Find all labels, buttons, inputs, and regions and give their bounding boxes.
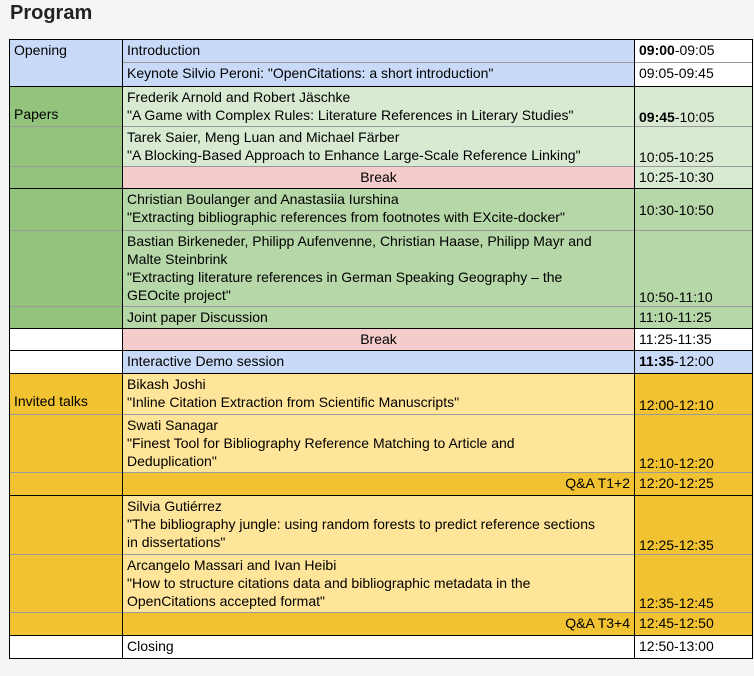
talk-entry: Bikash Joshi "Inline Citation Extraction… — [122, 373, 635, 415]
section-cell — [9, 472, 123, 496]
table-row: Break 11:25-11:35 — [9, 328, 753, 351]
table-row: Joint paper Discussion 11:10-11:25 — [9, 306, 753, 329]
table-row: Q&A T1+2 12:20-12:25 — [9, 472, 753, 496]
talk-title: in dissertations" — [127, 534, 226, 550]
section-cell — [9, 306, 123, 329]
table-row: Papers Frederik Arnold and Robert Jäschk… — [9, 86, 753, 127]
section-cell — [9, 166, 123, 189]
time-slot: 12:50-13:00 — [634, 635, 753, 659]
paper-title: "Extracting bibliographic references fro… — [127, 209, 565, 225]
section-label-papers: Papers — [14, 106, 59, 122]
paper-entry: Tarek Saier, Meng Luan and Michael Färbe… — [122, 126, 635, 167]
qa-label: Q&A T3+4 — [122, 612, 635, 636]
time-slot: 12:20-12:25 — [634, 472, 753, 496]
paper-entry: Frederik Arnold and Robert Jäschke "A Ga… — [122, 86, 635, 127]
table-row: Break 10:25-10:30 — [9, 166, 753, 189]
table-row: Q&A T3+4 12:45-12:50 — [9, 612, 753, 636]
qa-label: Q&A T1+2 — [122, 472, 635, 496]
time-slot: 11:35-12:00 — [634, 350, 753, 374]
time-slot: 11:25-11:35 — [634, 328, 753, 351]
time-slot: 10:05-10:25 — [634, 126, 753, 167]
talk-speaker: Arcangelo Massari and Ivan Heibi — [127, 557, 337, 573]
program-table: Opening Introduction 09:00-09:05 Keynote… — [9, 39, 753, 659]
section-cell — [9, 554, 123, 613]
talk-title: "How to structure citations data and bib… — [127, 575, 531, 591]
paper-title: GEOcite project" — [127, 287, 231, 303]
session-title: Introduction — [122, 39, 635, 63]
paper-authors: Malte Steinbrink — [127, 251, 228, 267]
paper-authors: Tarek Saier, Meng Luan and Michael Färbe… — [127, 129, 400, 145]
section-cell — [9, 350, 123, 374]
session-title: Interactive Demo session — [122, 350, 635, 374]
table-row: Interactive Demo session 11:35-12:00 — [9, 350, 753, 374]
table-row: Tarek Saier, Meng Luan and Michael Färbe… — [9, 126, 753, 167]
table-row: Invited talks Bikash Joshi "Inline Citat… — [9, 373, 753, 415]
time-slot: 10:30-10:50 — [634, 188, 753, 231]
section-cell — [9, 62, 123, 87]
table-row: Silvia Gutiérrez "The bibliography jungl… — [9, 495, 753, 555]
table-row: Opening Introduction 09:00-09:05 — [9, 39, 753, 63]
page-title: Program — [10, 2, 93, 24]
talk-title: Deduplication" — [127, 453, 217, 469]
time-slot: 10:25-10:30 — [634, 166, 753, 189]
talk-speaker: Swati Sanagar — [127, 417, 219, 433]
paper-title: "A Game with Complex Rules: Literature R… — [127, 107, 574, 123]
time-slot: 12:00-12:10 — [634, 373, 753, 415]
time-slot: 11:10-11:25 — [634, 306, 753, 329]
session-title: Closing — [122, 635, 635, 659]
table-row: Swati Sanagar "Finest Tool for Bibliogra… — [9, 414, 753, 473]
table-row: Christian Boulanger and Anastasiia Iursh… — [9, 188, 753, 231]
talk-title: "Inline Citation Extraction from Scienti… — [127, 394, 460, 410]
paper-authors: Frederik Arnold and Robert Jäschke — [127, 89, 351, 105]
section-label-opening: Opening — [9, 39, 123, 63]
talk-title: "Finest Tool for Bibliography Reference … — [127, 435, 515, 451]
table-row: Closing 12:50-13:00 — [9, 635, 753, 659]
paper-authors: Bastian Birkeneder, Philipp Aufenvenne, … — [127, 233, 592, 249]
table-row: Bastian Birkeneder, Philipp Aufenvenne, … — [9, 230, 753, 307]
section-cell — [9, 230, 123, 307]
section-cell — [9, 495, 123, 555]
section-cell: Papers — [9, 86, 123, 127]
paper-title: "A Blocking-Based Approach to Enhance La… — [127, 147, 581, 163]
talk-entry: Arcangelo Massari and Ivan Heibi "How to… — [122, 554, 635, 613]
time-slot: 12:35-12:45 — [634, 554, 753, 613]
time-slot: 09:05-09:45 — [634, 62, 753, 87]
table-row: Arcangelo Massari and Ivan Heibi "How to… — [9, 554, 753, 613]
talk-title: "The bibliography jungle: using random f… — [127, 516, 596, 532]
paper-entry: Christian Boulanger and Anastasiia Iursh… — [122, 188, 635, 231]
time-slot: 12:45-12:50 — [634, 612, 753, 636]
talk-speaker: Bikash Joshi — [127, 376, 206, 392]
talk-speaker: Silvia Gutiérrez — [127, 498, 222, 514]
section-cell: Invited talks — [9, 373, 123, 415]
talk-entry: Swati Sanagar "Finest Tool for Bibliogra… — [122, 414, 635, 473]
table-row: Keynote Silvio Peroni: "OpenCitations: a… — [9, 62, 753, 87]
section-cell — [9, 328, 123, 351]
talk-entry: Silvia Gutiérrez "The bibliography jungl… — [122, 495, 635, 555]
section-cell — [9, 414, 123, 473]
section-cell — [9, 612, 123, 636]
section-cell — [9, 635, 123, 659]
section-cell — [9, 188, 123, 231]
break-label: Break — [122, 166, 635, 189]
paper-authors: Christian Boulanger and Anastasiia Iursh… — [127, 191, 399, 207]
paper-entry: Bastian Birkeneder, Philipp Aufenvenne, … — [122, 230, 635, 307]
section-label-invited: Invited talks — [14, 393, 88, 409]
section-cell — [9, 126, 123, 167]
session-title: Joint paper Discussion — [122, 306, 635, 329]
time-slot: 12:10-12:20 — [634, 414, 753, 473]
session-title: Keynote Silvio Peroni: "OpenCitations: a… — [122, 62, 635, 87]
time-slot: 09:00-09:05 — [634, 39, 753, 63]
paper-title: "Extracting literature references in Ger… — [127, 269, 563, 285]
time-slot: 12:25-12:35 — [634, 495, 753, 555]
time-slot: 10:50-11:10 — [634, 230, 753, 307]
break-label: Break — [122, 328, 635, 351]
time-slot: 09:45-10:05 — [634, 86, 753, 127]
talk-title: OpenCitations accepted format" — [127, 593, 325, 609]
